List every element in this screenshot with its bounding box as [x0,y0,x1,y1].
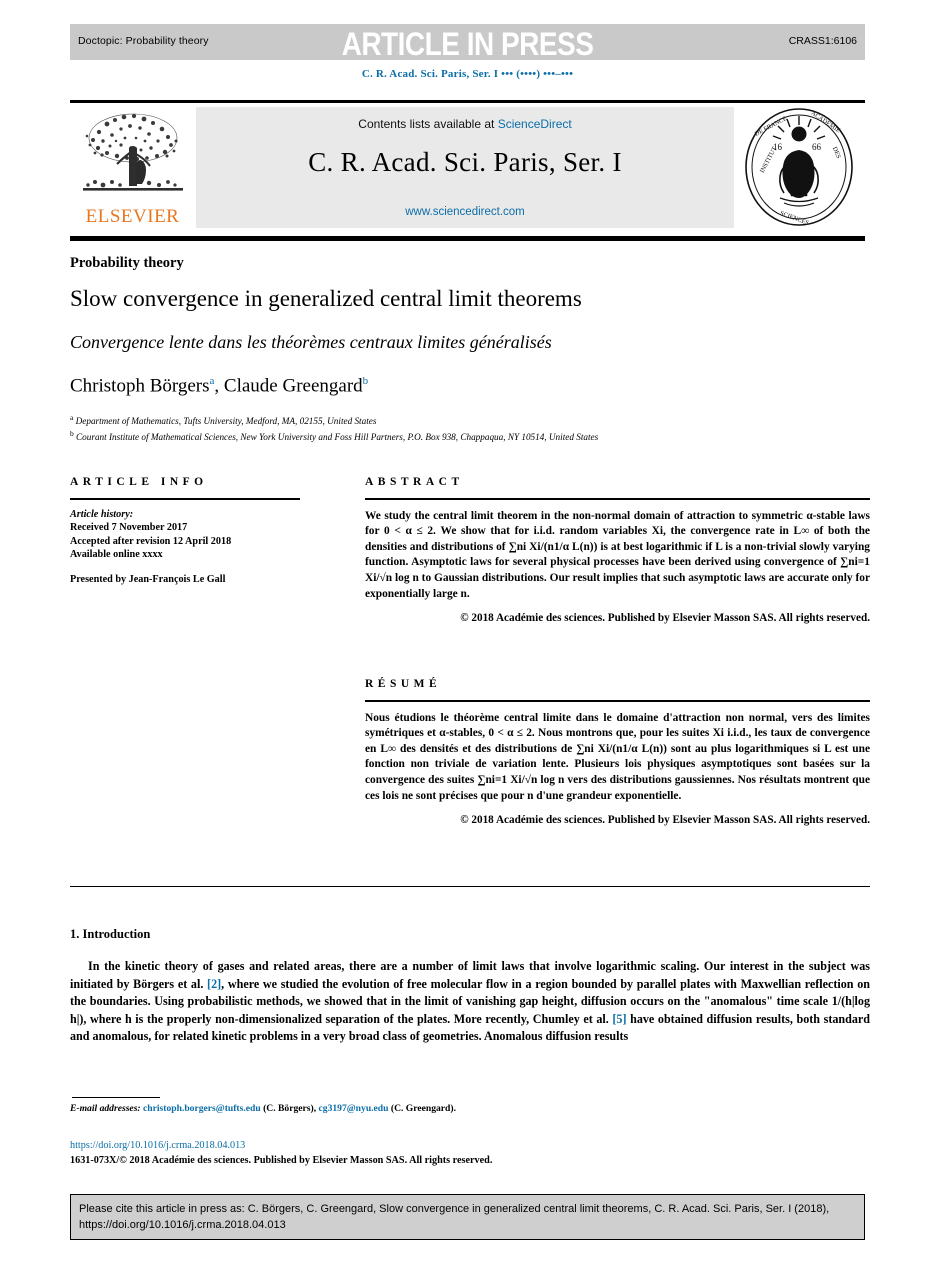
author-list: Christoph Börgersa, Claude Greengardb [70,375,870,397]
running-citation: C. R. Acad. Sci. Paris, Ser. I ••• (••••… [361,68,574,80]
introduction-paragraph: In the kinetic theory of gases and relat… [70,958,870,1046]
masthead-band: Contents lists available at ScienceDirec… [196,107,734,228]
cite-this-article-text: Please cite this article in press as: C.… [79,1203,830,1231]
article-subtitle-french: Convergence lente dans les théorèmes cen… [70,332,552,352]
section-heading-introduction: 1. Introduction [70,927,151,941]
article-in-press-banner: ARTICLE IN PRESS [341,26,594,62]
article-info-column: ARTICLE INFO Article history: Received 7… [70,476,300,585]
history-received: Received 7 November 2017 [70,522,188,534]
email-owner-borgers: (C. Börgers) [263,1103,314,1114]
masthead-top-rule [70,100,865,103]
academie-des-sciences-seal: 16 66 INSTITUT DE FRANCE ACADÉMIE DES SC… [745,108,853,227]
affiliation-item: a Department of Mathematics, Tufts Unive… [70,412,880,428]
affiliation-marker: a [70,413,74,422]
abstract-rule [365,498,870,500]
article-info-rule [70,498,300,500]
paper-page: Doctopic: Probability theory ARTICLE IN … [0,0,935,1266]
resume-column: RÉSUMÉ Nous étudions le théorème central… [365,678,870,826]
article-in-press-bar: Doctopic: Probability theory ARTICLE IN … [70,24,865,62]
elsevier-tree-icon [83,113,183,191]
abstract-text: We study the central limit theorem in th… [365,509,870,600]
cite-this-article-box: Please cite this article in press as: C.… [70,1194,865,1240]
article-info-heading: ARTICLE INFO [70,476,208,488]
author-separator: , [214,375,224,397]
svg-text:66: 66 [812,142,822,152]
sciencedirect-link[interactable]: ScienceDirect [498,117,572,131]
abstract-copyright: © 2018 Académie des sciences. Published … [460,612,870,625]
citation-ref-2[interactable]: [2] [207,977,221,991]
affiliation-text: Courant Institute of Mathematical Scienc… [76,431,599,442]
contents-prefix: Contents lists available at [358,117,498,131]
doi-link[interactable]: https://doi.org/10.1016/j.crma.2018.04.0… [70,1140,245,1151]
resume-rule [365,700,870,702]
email-link-borgers[interactable]: christoph.borgers@tufts.edu [143,1103,261,1114]
author-name: Claude Greengard [223,375,363,397]
history-accepted: Accepted after revision 12 April 2018 [70,535,232,547]
article-history-block: Article history: Received 7 November 201… [70,508,300,562]
affiliation-text: Department of Mathematics, Tufts Univers… [75,416,377,427]
affiliation-marker: b [70,428,74,438]
author-affiliation-marker[interactable]: b [363,375,369,387]
resume-text: Nous étudions le théorème central limite… [365,711,870,802]
article-id-label: CRASS1:6106 [788,35,857,47]
author-name: Christoph Börgers [70,375,210,397]
resume-copyright: © 2018 Académie des sciences. Published … [460,814,870,827]
subject-section-label: Probability theory [70,255,184,271]
masthead-bottom-rule [70,236,865,241]
abstract-heading: ABSTRACT [365,476,464,488]
citation-ref-5[interactable]: [5] [612,1012,626,1026]
email-link-greengard[interactable]: cg3197@nyu.edu [319,1103,389,1114]
presented-by: Presented by Jean-François Le Gall [70,573,226,585]
elsevier-logo: ELSEVIER [75,108,190,228]
issn-copyright-line: 1631-073X/© 2018 Académie des sciences. … [70,1155,493,1166]
page-title: Slow convergence in generalized central … [70,286,582,311]
history-available-online: Available online xxxx [70,549,163,561]
body-separator-rule [70,886,870,887]
affiliation-list: a Department of Mathematics, Tufts Unive… [70,412,880,443]
journal-url-link[interactable]: www.sciencedirect.com [196,206,734,218]
affiliation-item: b Courant Institute of Mathematical Scie… [70,428,880,444]
resume-heading: RÉSUMÉ [365,678,442,690]
journal-title: C. R. Acad. Sci. Paris, Ser. I [308,147,622,177]
email-owner-greengard: (C. Greengard). [390,1103,456,1114]
email-addresses-label: E-mail addresses: [70,1103,141,1114]
abstract-column: ABSTRACT We study the central limit theo… [365,476,870,624]
contents-available-line: Contents lists available at ScienceDirec… [196,117,734,131]
email-footnote: E-mail addresses: christoph.borgers@tuft… [70,1103,870,1114]
footnote-rule [72,1097,160,1099]
article-history-label: Article history: [70,508,134,520]
elsevier-wordmark: ELSEVIER [85,206,180,227]
